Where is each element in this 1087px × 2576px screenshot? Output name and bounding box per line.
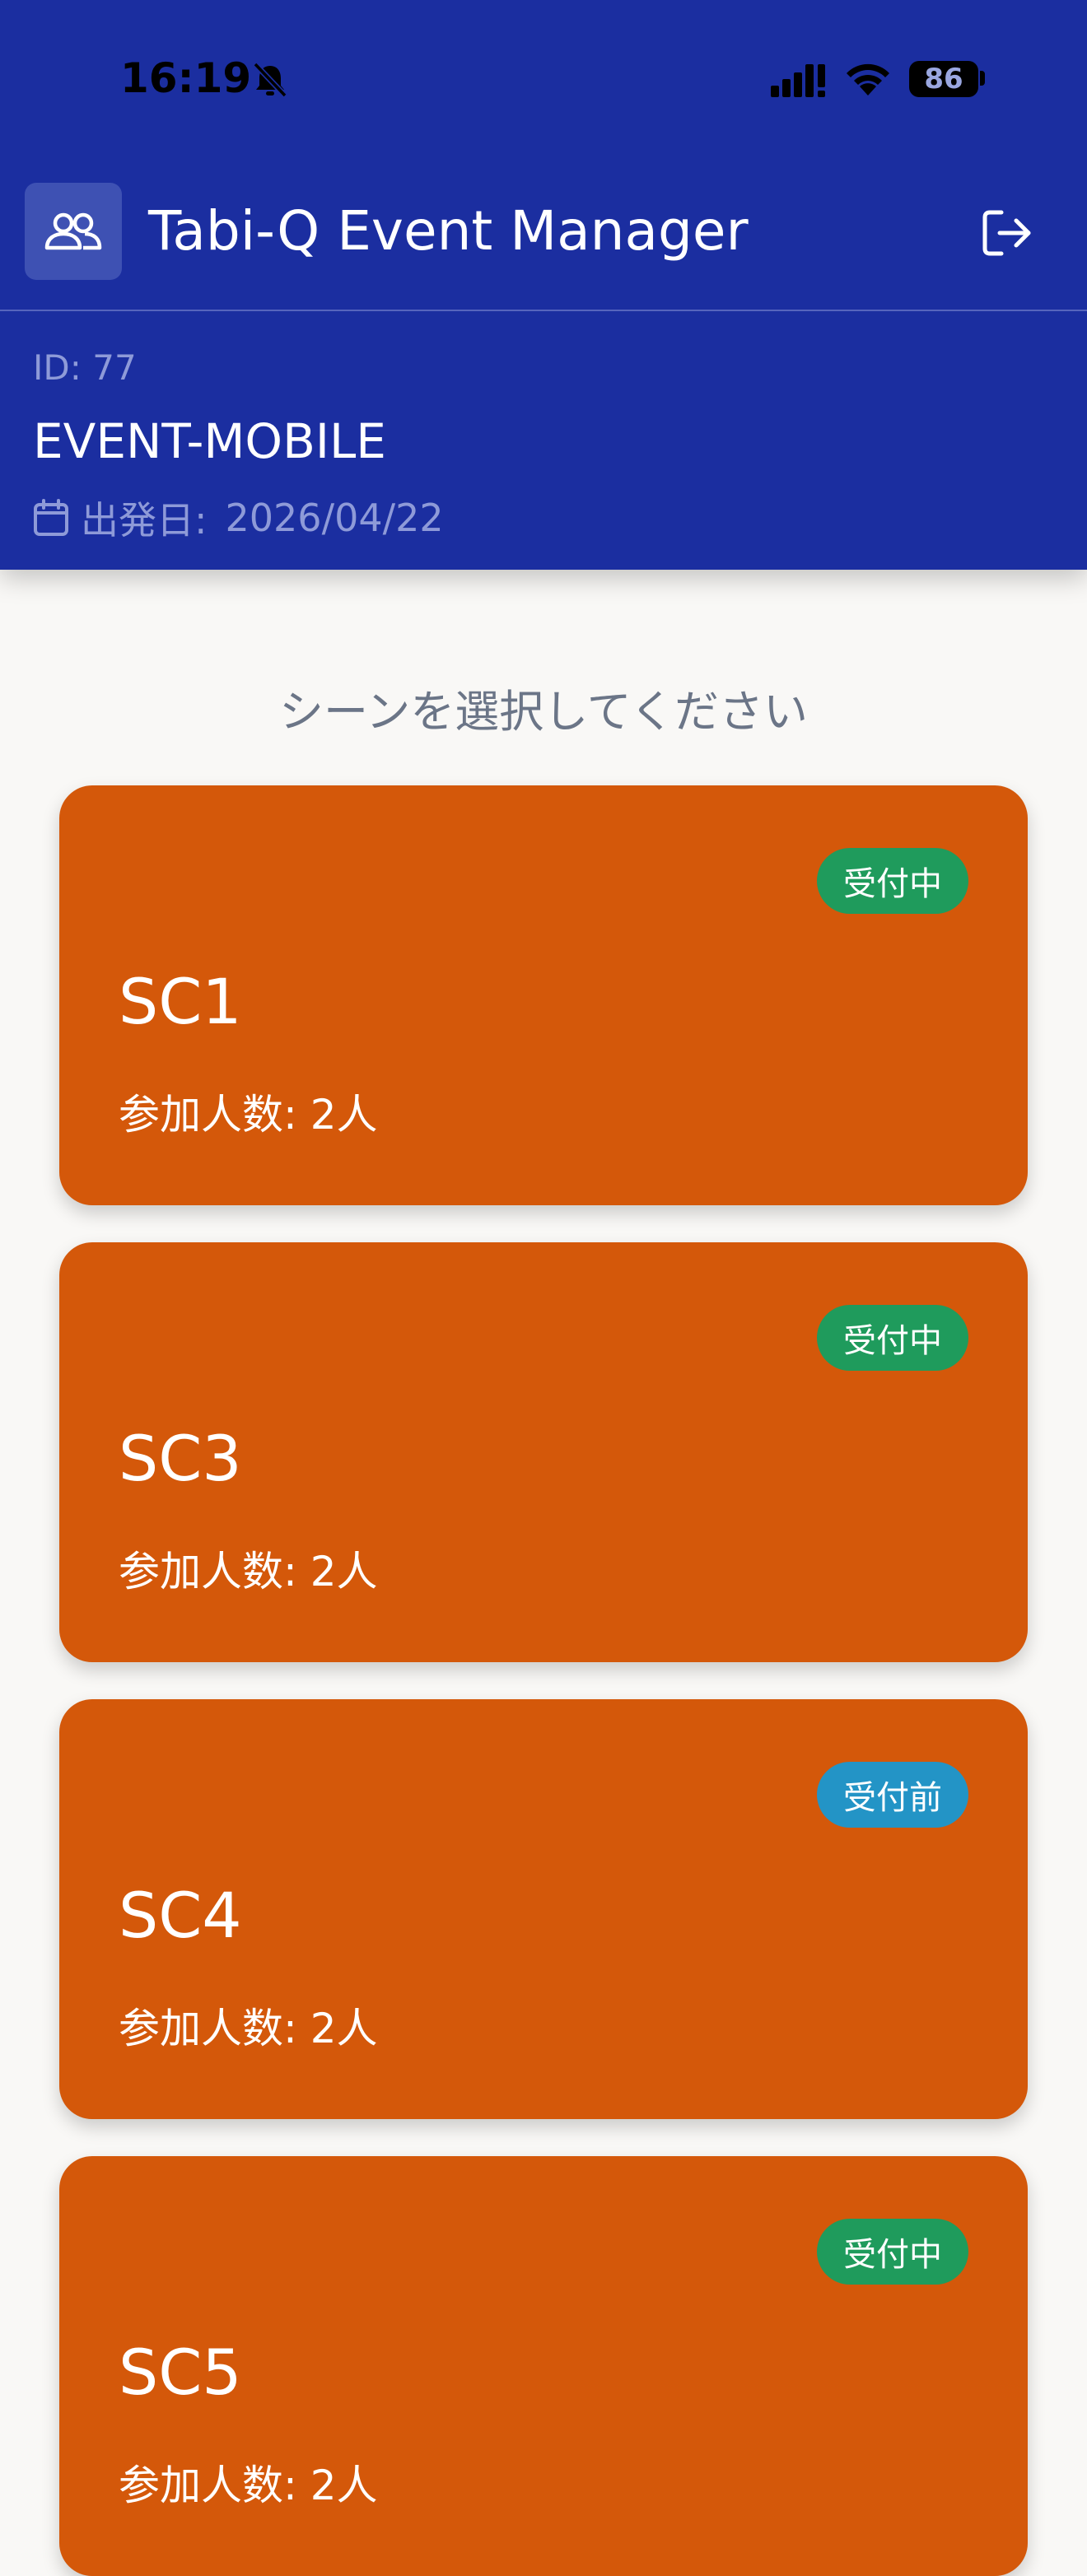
scene-prompt: シーンを選択してください [278, 686, 809, 738]
scene-name: SC1 [119, 965, 242, 1038]
scene-card-sc5[interactable]: 受付中 SC5 参加人数: 2人 [59, 2156, 1028, 2576]
app-logo [25, 183, 122, 280]
status-badge: 受付中 [817, 2219, 968, 2285]
participant-count: 参加人数: 2人 [119, 2005, 378, 2052]
event-id: ID: 77 [33, 347, 137, 388]
scene-name: SC4 [119, 1879, 242, 1952]
participant-count: 参加人数: 2人 [119, 1091, 378, 1139]
header-divider [0, 310, 1087, 311]
logout-icon[interactable] [980, 206, 1034, 260]
header: 16:19 86 Tabi-Q Event Manager ID: 77 EVE… [0, 0, 1087, 570]
date-value: 2026/04/22 [225, 496, 444, 540]
scene-name: SC3 [119, 1422, 242, 1495]
status-badge: 受付中 [817, 848, 968, 914]
scene-card-sc4[interactable]: 受付前 SC4 参加人数: 2人 [59, 1699, 1028, 2119]
bell-muted-icon [253, 62, 287, 98]
scene-name: SC5 [119, 2336, 242, 2409]
event-name: EVENT-MOBILE [33, 413, 386, 469]
status-badge: 受付前 [817, 1762, 968, 1828]
battery-indicator: 86 [909, 61, 978, 97]
calendar-icon [34, 499, 68, 536]
scene-card-sc3[interactable]: 受付中 SC3 参加人数: 2人 [59, 1242, 1028, 1662]
event-date: 出発日: 2026/04/22 [33, 491, 444, 545]
date-label: 出発日: [81, 498, 208, 543]
app-title: Tabi-Q Event Manager [148, 199, 749, 263]
status-badge: 受付中 [817, 1305, 968, 1371]
users-icon [44, 212, 102, 250]
participant-count: 参加人数: 2人 [119, 1548, 378, 1595]
cellular-signal-icon [771, 64, 825, 97]
wifi-icon [847, 63, 889, 95]
scene-card-sc1[interactable]: 受付中 SC1 参加人数: 2人 [59, 785, 1028, 1205]
battery-tip [980, 71, 985, 86]
status-bar: 16:19 86 [0, 0, 1087, 156]
status-time: 16:19 [120, 54, 252, 102]
app-bar: Tabi-Q Event Manager [0, 156, 1087, 310]
battery-level: 86 [924, 63, 963, 95]
participant-count: 参加人数: 2人 [119, 2462, 378, 2509]
